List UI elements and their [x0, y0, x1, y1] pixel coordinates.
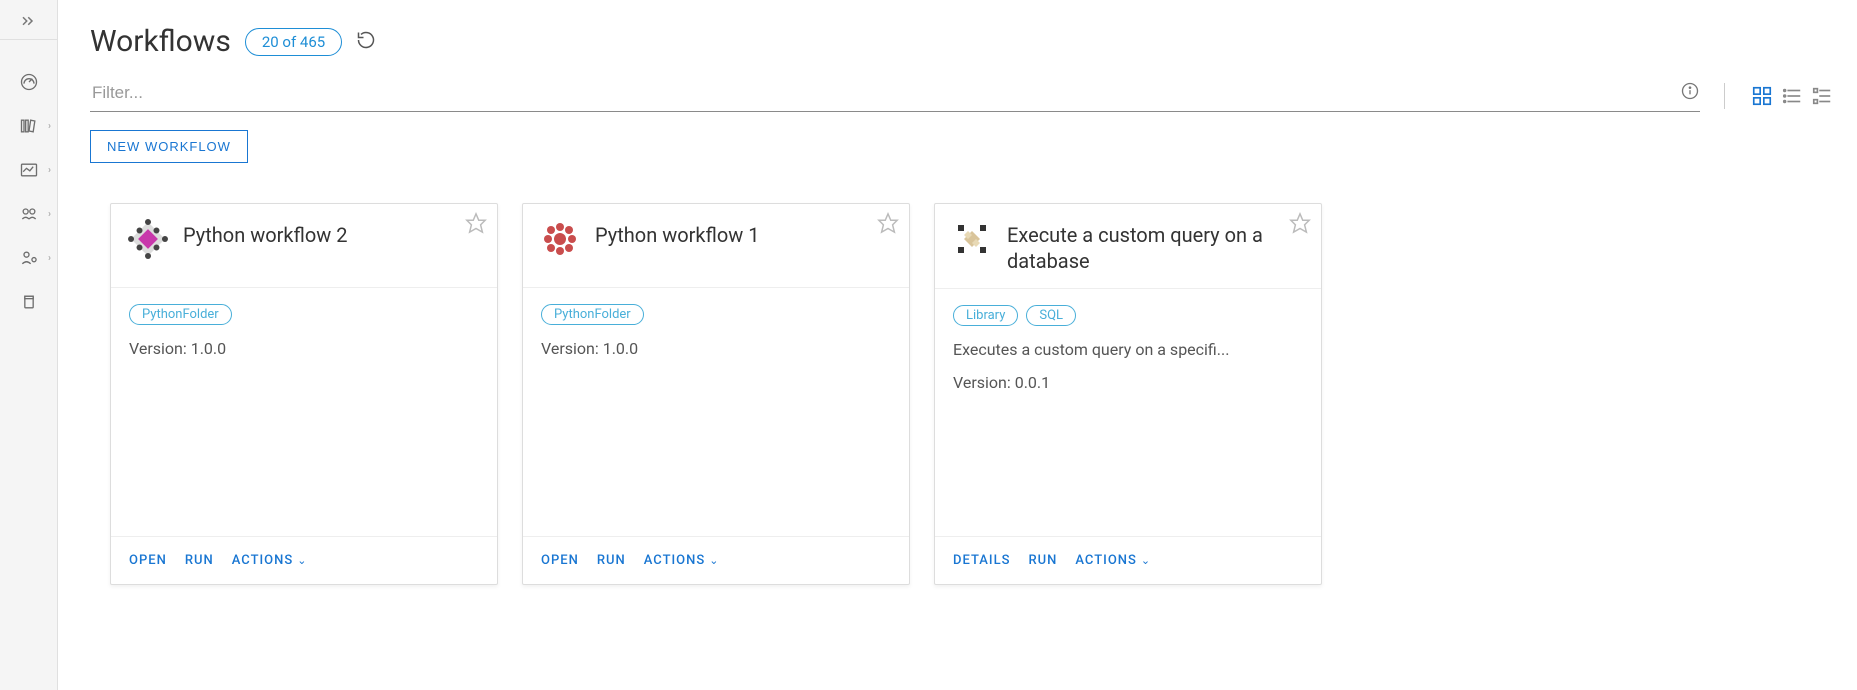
tag[interactable]: Library	[953, 305, 1018, 326]
card-title: Python workflow 1	[595, 218, 786, 248]
card-version: Version: 1.0.0	[541, 339, 891, 358]
sidebar-item-storage[interactable]	[0, 280, 57, 324]
card-body: Library SQL Executes a custom query on a…	[935, 289, 1321, 536]
workflow-icon	[539, 218, 581, 260]
chevron-right-icon: ›	[48, 165, 51, 176]
chevron-right-icon: ›	[48, 209, 51, 220]
card-version: Version: 1.0.0	[129, 339, 479, 358]
run-button[interactable]: RUN	[1028, 553, 1057, 568]
filter-row	[90, 79, 1835, 112]
view-tree-button[interactable]	[1809, 83, 1835, 109]
card-footer: OPEN RUN ACTIONS⌄	[523, 536, 909, 584]
tag[interactable]: SQL	[1026, 305, 1076, 326]
card-body: PythonFolder Version: 1.0.0	[111, 288, 497, 536]
open-button[interactable]: OPEN	[541, 553, 579, 568]
divider	[1724, 83, 1725, 109]
card-title: Execute a custom query on a database	[1007, 218, 1305, 274]
refresh-button[interactable]	[356, 30, 376, 54]
actions-dropdown[interactable]: ACTIONS⌄	[232, 553, 308, 568]
info-icon[interactable]	[1680, 81, 1700, 105]
filter-input-wrap	[90, 79, 1700, 112]
workflow-card: Python workflow 2 PythonFolder Version: …	[110, 203, 498, 585]
favorite-button[interactable]	[465, 212, 487, 238]
card-tags: Library SQL	[953, 305, 1303, 326]
card-footer: OPEN RUN ACTIONS⌄	[111, 536, 497, 584]
details-button[interactable]: DETAILS	[953, 553, 1010, 568]
page-header: Workflows 20 of 465	[90, 24, 1835, 59]
view-list-button[interactable]	[1779, 83, 1805, 109]
chevron-down-icon: ⌄	[297, 554, 307, 567]
card-body: PythonFolder Version: 1.0.0	[523, 288, 909, 536]
chevron-right-icon: ›	[48, 121, 51, 132]
run-button[interactable]: RUN	[185, 553, 214, 568]
workflow-icon	[127, 218, 169, 260]
sidebar-item-library[interactable]: ›	[0, 104, 57, 148]
sidebar-expand-button[interactable]	[0, 8, 57, 40]
view-grid-button[interactable]	[1749, 83, 1775, 109]
sidebar: › › › ›	[0, 0, 58, 690]
chevron-down-icon: ⌄	[709, 554, 719, 567]
main-content: Workflows 20 of 465 NEW WORKFLOW	[58, 0, 1857, 690]
tag[interactable]: PythonFolder	[129, 304, 232, 325]
card-header: Python workflow 1	[523, 204, 909, 288]
sidebar-item-activity[interactable]: ›	[0, 148, 57, 192]
card-description: Executes a custom query on a specifi...	[953, 340, 1303, 359]
open-button[interactable]: OPEN	[129, 553, 167, 568]
card-tags: PythonFolder	[541, 304, 891, 325]
cards-container: Python workflow 2 PythonFolder Version: …	[90, 203, 1835, 585]
view-toggles	[1749, 83, 1835, 109]
card-footer: DETAILS RUN ACTIONS⌄	[935, 536, 1321, 584]
new-workflow-button[interactable]: NEW WORKFLOW	[90, 130, 248, 163]
workflow-icon	[951, 218, 993, 260]
card-header: Python workflow 2	[111, 204, 497, 288]
workflow-card: Execute a custom query on a database Lib…	[934, 203, 1322, 585]
page-title: Workflows	[90, 24, 231, 59]
chevron-right-icon: ›	[48, 253, 51, 264]
card-header: Execute a custom query on a database	[935, 204, 1321, 289]
actions-dropdown[interactable]: ACTIONS⌄	[1075, 553, 1151, 568]
sidebar-item-admin[interactable]: ›	[0, 236, 57, 280]
sidebar-item-dashboard[interactable]	[0, 60, 57, 104]
tag[interactable]: PythonFolder	[541, 304, 644, 325]
favorite-button[interactable]	[1289, 212, 1311, 238]
count-badge: 20 of 465	[245, 28, 342, 56]
workflow-card: Python workflow 1 PythonFolder Version: …	[522, 203, 910, 585]
card-tags: PythonFolder	[129, 304, 479, 325]
filter-input[interactable]	[90, 79, 1680, 107]
favorite-button[interactable]	[877, 212, 899, 238]
run-button[interactable]: RUN	[597, 553, 626, 568]
card-title: Python workflow 2	[183, 218, 374, 248]
actions-dropdown[interactable]: ACTIONS⌄	[644, 553, 720, 568]
sidebar-item-inventory[interactable]: ›	[0, 192, 57, 236]
card-version: Version: 0.0.1	[953, 373, 1303, 392]
chevron-down-icon: ⌄	[1141, 554, 1151, 567]
